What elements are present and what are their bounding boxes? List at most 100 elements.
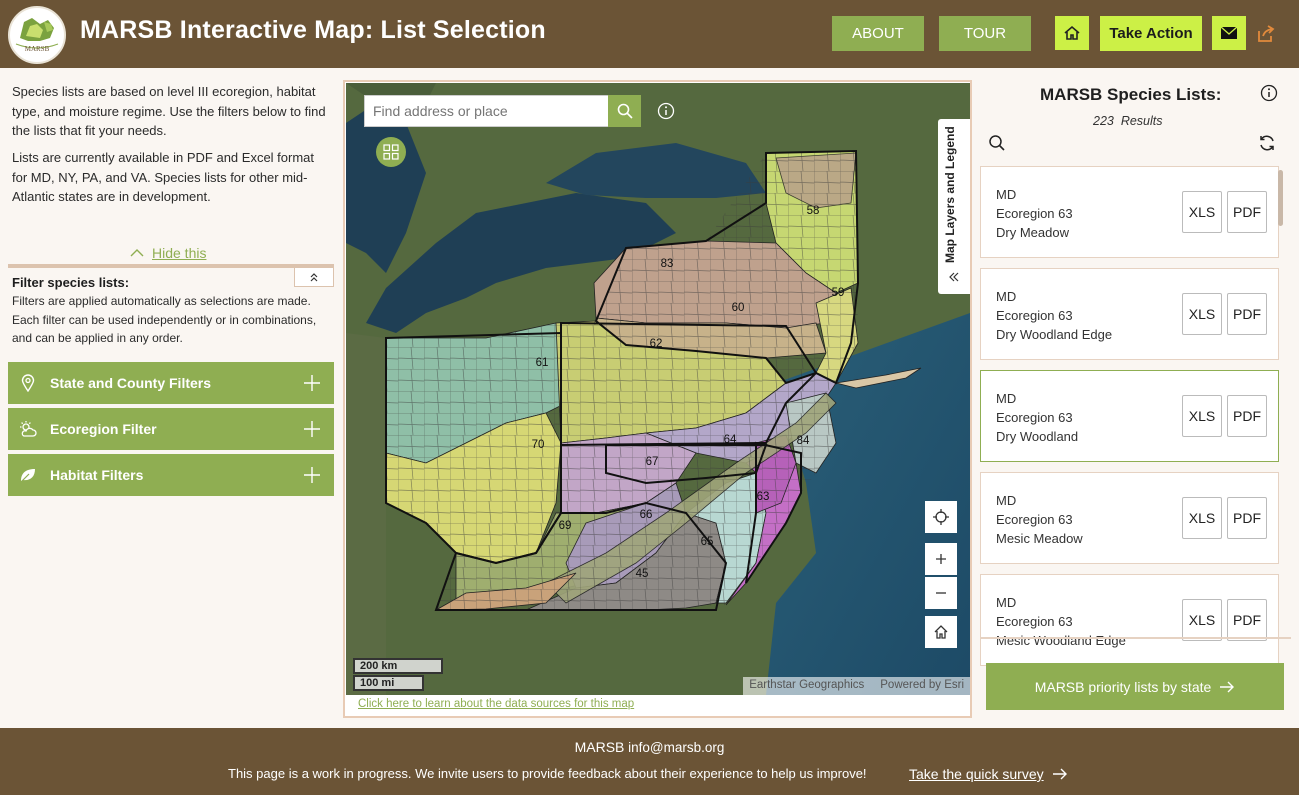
map-container: 58 83 60 59 62 61 70 64 84 67 63 66 69 6… — [343, 80, 972, 718]
priority-lists-button[interactable]: MARSB priority lists by state — [986, 663, 1284, 710]
results-scrollbar[interactable] — [1278, 170, 1283, 226]
species-list-results[interactable]: MD Ecoregion 63 Dry Meadow XLS PDF MD Ec… — [980, 166, 1284, 708]
collapse-filters-button[interactable] — [294, 267, 334, 287]
list-item[interactable]: MD Ecoregion 63 Dry Meadow XLS PDF — [980, 166, 1279, 258]
xls-download-button[interactable]: XLS — [1182, 599, 1222, 641]
share-icon — [1258, 25, 1275, 42]
basemap-gallery-button[interactable] — [376, 137, 406, 167]
list-item[interactable]: MD Ecoregion 63 Mesic Meadow XLS PDF — [980, 472, 1279, 564]
grid-icon — [383, 144, 399, 160]
habitat-filters-accordion[interactable]: Habitat Filters — [8, 454, 334, 496]
page-title: MARSB Interactive Map: List Selection — [80, 16, 546, 44]
map-layers-legend-tab[interactable]: Map Layers and Legend — [938, 119, 970, 294]
plus-icon — [304, 467, 320, 483]
results-count-number: 223 — [1093, 114, 1114, 128]
home-button[interactable] — [1055, 16, 1089, 50]
list-item[interactable]: MD Ecoregion 63 Dry Woodland Edge XLS PD… — [980, 268, 1279, 360]
app-header: MARSB MARSB Interactive Map: List Select… — [0, 0, 1299, 68]
minus-icon — [936, 592, 946, 594]
ecoregion-filter-accordion[interactable]: Ecoregion Filter — [8, 408, 334, 450]
ecoregion-filter-label: Ecoregion Filter — [50, 421, 157, 437]
leaf-icon — [18, 465, 38, 485]
data-sources-link[interactable]: Click here to learn about the data sourc… — [358, 698, 634, 710]
search-icon — [617, 103, 633, 119]
marsb-logo[interactable]: MARSB — [8, 6, 66, 64]
plus-icon — [936, 554, 946, 564]
list-item-habitat: Mesic Woodland Edge — [996, 633, 1126, 648]
ecoregion-label: 83 — [661, 258, 674, 270]
info-icon[interactable] — [1260, 84, 1278, 102]
list-item[interactable]: MD Ecoregion 63 Mesic Woodland Edge XLS … — [980, 574, 1279, 666]
zoom-out-button[interactable] — [925, 577, 957, 609]
results-count-suffix: Results — [1120, 114, 1163, 128]
tour-button[interactable]: TOUR — [939, 16, 1031, 51]
ecoregion-label: 63 — [757, 491, 770, 503]
survey-link[interactable]: Take the quick survey — [909, 766, 1068, 782]
xls-download-button[interactable]: XLS — [1182, 293, 1222, 335]
ecoregion-label: 84 — [797, 435, 810, 447]
ecoregion-label: 61 — [536, 357, 549, 369]
home-icon — [934, 625, 948, 639]
list-item-habitat: Mesic Meadow — [996, 531, 1083, 546]
pdf-download-button[interactable]: PDF — [1227, 497, 1267, 539]
default-extent-button[interactable] — [925, 616, 957, 648]
attribution-source: Earthstar Geographics — [749, 679, 865, 691]
arrow-right-icon — [1220, 681, 1235, 692]
ecoregion-label: 66 — [640, 509, 653, 521]
double-chevron-left-icon — [949, 272, 959, 282]
search-icon[interactable] — [988, 134, 1006, 152]
zoom-in-button[interactable] — [925, 543, 957, 575]
pdf-download-button[interactable]: PDF — [1227, 293, 1267, 335]
footer-message: This page is a work in progress. We invi… — [228, 766, 867, 781]
hide-intro-link[interactable]: Hide this — [130, 245, 206, 261]
ecoregion-label: 65 — [701, 536, 714, 548]
ecoregion-label: 64 — [724, 434, 737, 446]
footer-email[interactable]: info@marsb.org — [628, 740, 724, 755]
survey-link-label: Take the quick survey — [909, 766, 1044, 782]
arrow-right-icon — [1052, 768, 1067, 780]
xls-download-button[interactable]: XLS — [1182, 191, 1222, 233]
pdf-download-button[interactable]: PDF — [1227, 191, 1267, 233]
list-item-ecoregion: Ecoregion 63 — [996, 308, 1073, 323]
share-button[interactable] — [1254, 22, 1278, 46]
filter-panel: Species lists are based on level III eco… — [0, 68, 342, 728]
ecoregion-label: 60 — [732, 302, 745, 314]
ecoregion-label: 45 — [636, 568, 649, 580]
priority-lists-label: MARSB priority lists by state — [1034, 678, 1212, 695]
state-county-filter-label: State and County Filters — [50, 375, 212, 391]
filter-title: Filter species lists: — [12, 275, 130, 290]
info-icon[interactable] — [657, 102, 675, 120]
refresh-icon[interactable] — [1258, 134, 1276, 152]
ecoregion-label: 59 — [832, 287, 845, 299]
xls-download-button[interactable]: XLS — [1182, 395, 1222, 437]
plus-icon — [304, 421, 320, 437]
list-item-ecoregion: Ecoregion 63 — [996, 206, 1073, 221]
map-search-button[interactable] — [608, 95, 641, 127]
location-pin-icon — [18, 373, 38, 393]
map-search-input[interactable] — [365, 96, 605, 126]
list-item-state: MD — [996, 289, 1017, 304]
list-item-habitat: Dry Meadow — [996, 225, 1069, 240]
about-button[interactable]: ABOUT — [832, 16, 924, 51]
logo-text: MARSB — [24, 45, 50, 53]
list-item-ecoregion: Ecoregion 63 — [996, 614, 1073, 629]
xls-download-button[interactable]: XLS — [1182, 497, 1222, 539]
list-item[interactable]: MD Ecoregion 63 Dry Woodland XLS PDF — [980, 370, 1279, 462]
footer-org: MARSB — [574, 739, 625, 755]
take-action-button[interactable]: Take Action — [1100, 16, 1202, 51]
ecoregion-label: 62 — [650, 338, 663, 350]
state-county-filter-accordion[interactable]: State and County Filters — [8, 362, 334, 404]
footer-contact: MARSB info@marsb.org — [0, 739, 1299, 755]
results-divider — [980, 637, 1291, 639]
email-button[interactable] — [1212, 16, 1246, 50]
intro-paragraph-2: Lists are currently available in PDF and… — [12, 150, 315, 204]
habitat-filters-label: Habitat Filters — [50, 467, 144, 483]
attribution-powered-by[interactable]: Powered by Esri — [880, 679, 964, 691]
weather-sun-cloud-icon — [18, 419, 38, 439]
pdf-download-button[interactable]: PDF — [1227, 599, 1267, 641]
ecoregion-map[interactable]: 58 83 60 59 62 61 70 64 84 67 63 66 69 6… — [346, 83, 970, 695]
locate-button[interactable] — [925, 501, 957, 533]
ecoregion-label: 58 — [807, 205, 820, 217]
list-item-state: MD — [996, 391, 1017, 406]
pdf-download-button[interactable]: PDF — [1227, 395, 1267, 437]
